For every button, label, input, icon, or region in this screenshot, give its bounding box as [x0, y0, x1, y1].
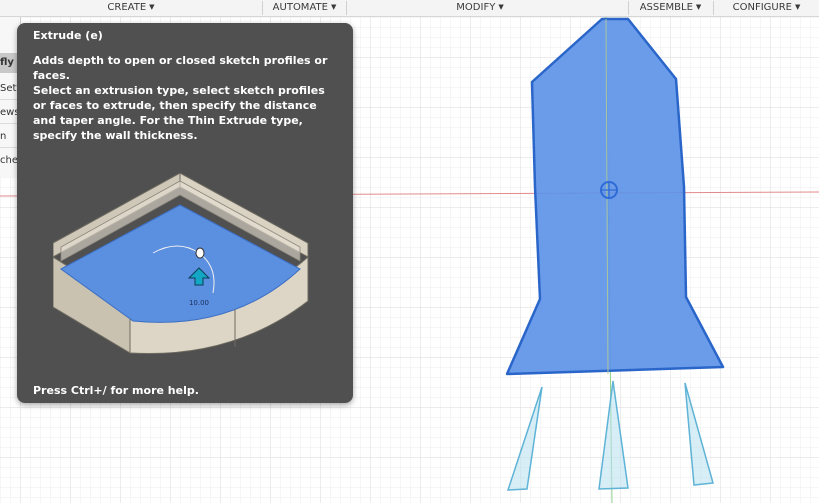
tooltip-body: Select an extrusion type, select sketch … — [33, 84, 325, 142]
illustration-angle-handle — [195, 247, 205, 259]
configure-menu[interactable]: CONFIGURE ▼ — [714, 0, 819, 16]
create-menu-label: CREATE — [107, 2, 147, 13]
chevron-down-icon: ▼ — [794, 3, 801, 11]
assemble-menu-label: ASSEMBLE — [639, 2, 693, 13]
modify-menu-label: MODIFY — [456, 2, 496, 13]
extrude-illustration: 10.00 — [53, 173, 309, 355]
tooltip-footer: Press Ctrl+/ for more help. — [33, 384, 199, 397]
automate-menu-label: AUTOMATE — [272, 2, 328, 13]
tooltip-title: Extrude (e) — [33, 29, 103, 42]
chevron-down-icon: ▼ — [695, 3, 702, 11]
browser-item-label: fly — [0, 57, 14, 68]
illustration-distance-value: 10.00 — [189, 299, 209, 307]
chevron-down-icon: ▼ — [330, 3, 337, 11]
chevron-down-icon: ▼ — [498, 3, 504, 11]
assemble-menu[interactable]: ASSEMBLE ▼ — [629, 0, 712, 16]
toolbar: CREATE ▼ AUTOMATE ▼ MODIFY ▼ ASSEMBLE ▼ CONF… — [0, 0, 819, 17]
browser-item-label: n — [0, 131, 7, 142]
configure-menu-label: CONFIGURE — [732, 2, 792, 13]
extrude-tooltip: Extrude (e) Adds depth to open or closed… — [17, 23, 353, 403]
modify-menu[interactable]: MODIFY ▼ — [347, 0, 613, 16]
automate-menu[interactable]: AUTOMATE ▼ — [263, 0, 346, 16]
tooltip-description: Adds depth to open or closed sketch prof… — [33, 54, 328, 82]
chevron-down-icon: ▼ — [149, 3, 155, 11]
create-menu[interactable]: CREATE ▼ — [0, 0, 262, 16]
